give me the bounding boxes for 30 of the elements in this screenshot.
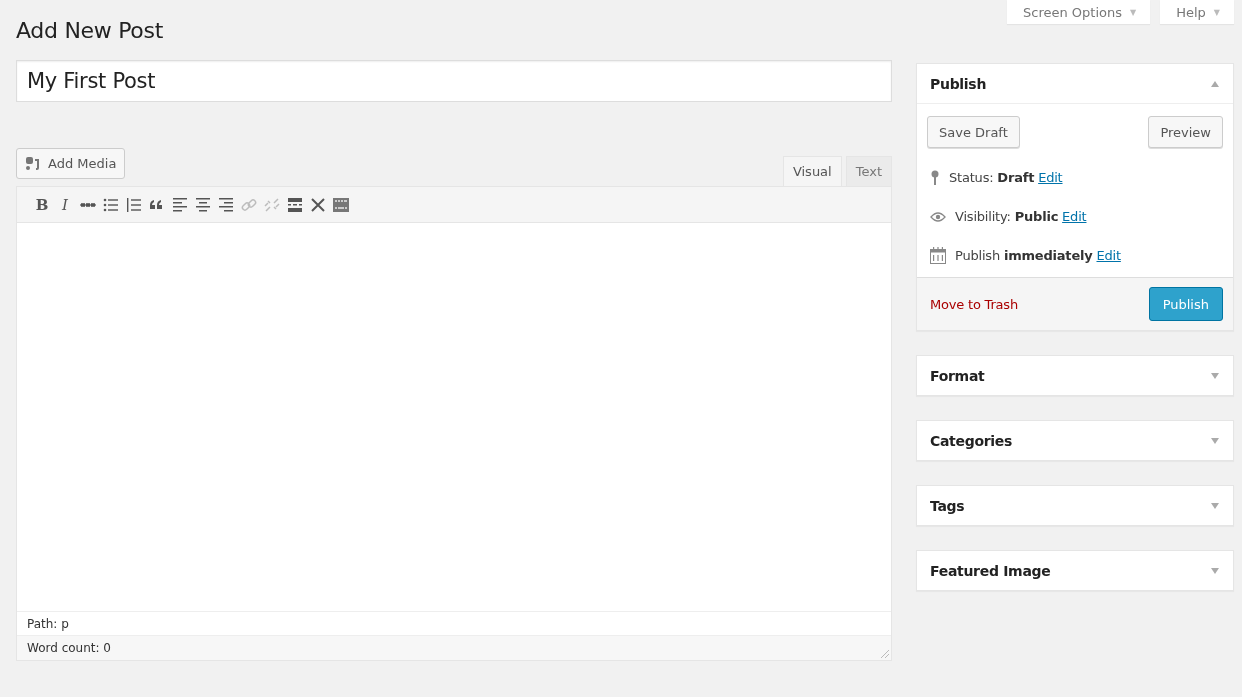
save-draft-button[interactable]: Save Draft xyxy=(927,116,1020,148)
word-count: Word count: 0 xyxy=(27,641,111,655)
toolbar-toggle-icon[interactable] xyxy=(330,196,352,213)
move-to-trash-link[interactable]: Move to Trash xyxy=(930,296,1018,312)
edit-link[interactable]: Edit xyxy=(1062,209,1087,224)
box-title[interactable]: Categories xyxy=(930,432,1013,449)
box-title[interactable]: Tags xyxy=(930,497,965,514)
page-title: Add New Post xyxy=(16,18,164,45)
schedule-text: Publish immediately Edit xyxy=(955,248,1121,263)
resize-handle-icon[interactable] xyxy=(879,648,889,658)
help-button[interactable]: Help ▼ xyxy=(1160,0,1234,24)
screen-options-button[interactable]: Screen Options ▼ xyxy=(1007,0,1151,24)
visibility-text: Visibility: Public Edit xyxy=(955,209,1087,224)
italic-button[interactable]: I xyxy=(54,194,76,215)
editor-tab[interactable]: Text xyxy=(845,156,892,186)
editor-tab[interactable]: Visual xyxy=(782,156,842,186)
bold-button[interactable]: B xyxy=(31,194,53,215)
add-media-button[interactable]: Add Media xyxy=(16,148,126,179)
preview-button[interactable]: Preview xyxy=(1148,116,1223,148)
box-title[interactable]: Format xyxy=(930,367,985,384)
calendar-icon xyxy=(930,247,946,264)
title-field[interactable]: My First Post xyxy=(16,60,892,102)
media-icon xyxy=(25,156,42,171)
eye-icon xyxy=(930,211,946,222)
edit-link[interactable]: Edit xyxy=(1038,170,1063,185)
edit-link[interactable]: Edit xyxy=(1096,248,1121,263)
box-title[interactable]: Featured Image xyxy=(930,562,1051,579)
pin-icon xyxy=(930,169,940,186)
status-text: Status: Draft Edit xyxy=(949,170,1063,185)
box-title[interactable]: Publish xyxy=(930,75,987,92)
